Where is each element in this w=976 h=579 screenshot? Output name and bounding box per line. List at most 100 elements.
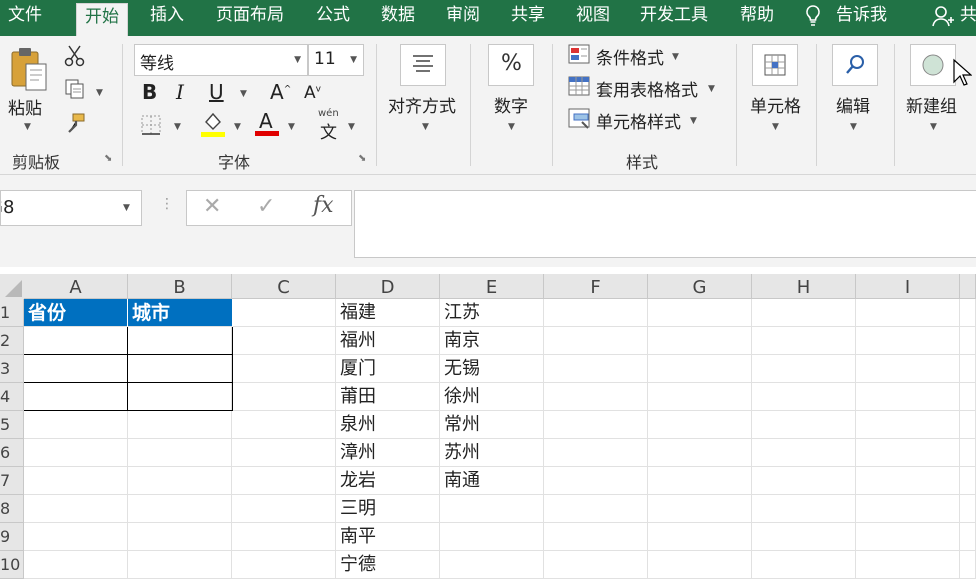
row-header[interactable]: 3: [0, 355, 24, 383]
grid-cell[interactable]: [648, 383, 752, 411]
grid-cell[interactable]: [544, 439, 648, 467]
tab-page-layout[interactable]: 页面布局: [216, 0, 284, 36]
grid-cell[interactable]: [960, 495, 976, 523]
cancel-icon[interactable]: ✕: [203, 194, 221, 219]
paste-icon[interactable]: [8, 46, 48, 96]
format-as-table-label[interactable]: 套用表格格式: [596, 76, 698, 101]
tab-formulas[interactable]: 公式: [316, 0, 350, 36]
grid-cell[interactable]: [232, 383, 336, 411]
grid-cell[interactable]: [544, 523, 648, 551]
borders-icon[interactable]: [140, 114, 162, 140]
tab-review[interactable]: 审阅: [446, 0, 480, 36]
cell-e1[interactable]: 江苏: [440, 299, 544, 327]
grid-cell[interactable]: [232, 551, 336, 579]
grid-cell[interactable]: [856, 551, 960, 579]
grid-cell[interactable]: [960, 383, 976, 411]
cell-a4[interactable]: [24, 383, 128, 411]
paste-dropdown-chevron-icon[interactable]: ▼: [24, 122, 31, 132]
row-header[interactable]: 6: [0, 439, 24, 467]
row-header[interactable]: 5: [0, 411, 24, 439]
clipboard-launcher-icon[interactable]: ⬊: [104, 153, 112, 164]
grid-cell[interactable]: [128, 495, 232, 523]
chevron-down-icon[interactable]: ▼: [422, 122, 429, 132]
cell-e2[interactable]: 南京: [440, 327, 544, 355]
grid-cell[interactable]: [856, 467, 960, 495]
insert-function-icon[interactable]: fx: [313, 193, 334, 218]
row-header[interactable]: 1: [0, 299, 24, 327]
cell-d1[interactable]: 福建: [336, 299, 440, 327]
grid-cell[interactable]: [232, 299, 336, 327]
grid-cell[interactable]: [24, 551, 128, 579]
number-label[interactable]: 数字: [494, 92, 528, 117]
fill-color-dropdown-chevron-icon[interactable]: ▼: [234, 122, 241, 132]
grid-cell[interactable]: [752, 523, 856, 551]
copy-icon[interactable]: [64, 78, 86, 104]
grid-cell[interactable]: [752, 495, 856, 523]
resize-handle-icon[interactable]: ⋮: [160, 196, 174, 212]
tab-view[interactable]: 视图: [576, 0, 610, 36]
grid-cell[interactable]: [544, 327, 648, 355]
alignment-label[interactable]: 对齐方式: [388, 92, 456, 117]
cell-e7[interactable]: 南通: [440, 467, 544, 495]
new-group-button[interactable]: [910, 44, 956, 86]
cell-e4[interactable]: 徐州: [440, 383, 544, 411]
column-header-c[interactable]: C: [232, 274, 336, 299]
grid-cell[interactable]: [752, 411, 856, 439]
grid-cell[interactable]: [648, 551, 752, 579]
grid-cell[interactable]: [752, 383, 856, 411]
cell-d6[interactable]: 漳州: [336, 439, 440, 467]
cell-d5[interactable]: 泉州: [336, 411, 440, 439]
grid-cell[interactable]: [648, 523, 752, 551]
cell-d2[interactable]: 福州: [336, 327, 440, 355]
grid-cell[interactable]: [544, 495, 648, 523]
grid-cell[interactable]: [960, 551, 976, 579]
conditional-formatting-label[interactable]: 条件格式: [596, 44, 664, 69]
grid-cell[interactable]: [856, 411, 960, 439]
share-button[interactable]: 共: [960, 0, 976, 36]
format-as-table-icon[interactable]: [568, 76, 592, 102]
font-color-dropdown-chevron-icon[interactable]: ▼: [288, 122, 295, 132]
select-all-corner[interactable]: [0, 274, 25, 300]
tab-data[interactable]: 数据: [381, 0, 415, 36]
grid-cell[interactable]: [648, 327, 752, 355]
cell-d10[interactable]: 宁德: [336, 551, 440, 579]
cells-label[interactable]: 单元格: [750, 92, 801, 117]
tab-help[interactable]: 帮助: [740, 0, 774, 36]
grid-cell[interactable]: [232, 439, 336, 467]
column-header-a[interactable]: A: [24, 274, 128, 299]
enter-check-icon[interactable]: ✓: [257, 194, 275, 219]
column-header-i[interactable]: I: [856, 274, 960, 299]
cell-d4[interactable]: 莆田: [336, 383, 440, 411]
fill-color-icon[interactable]: [200, 110, 226, 142]
cell-d7[interactable]: 龙岩: [336, 467, 440, 495]
cell-e5[interactable]: 常州: [440, 411, 544, 439]
column-header-f[interactable]: F: [544, 274, 648, 299]
cell-a1[interactable]: 省份: [24, 299, 128, 327]
chevron-down-icon[interactable]: ▼: [772, 122, 779, 132]
grid-cell[interactable]: [648, 439, 752, 467]
column-header-j-partial[interactable]: [960, 274, 976, 299]
grid-cell[interactable]: [232, 467, 336, 495]
grid-cell[interactable]: [752, 327, 856, 355]
grid-cell[interactable]: [128, 411, 232, 439]
grid-cell[interactable]: [128, 523, 232, 551]
grid-cell[interactable]: [648, 411, 752, 439]
grid-cell[interactable]: [752, 551, 856, 579]
paste-label[interactable]: 粘贴: [8, 94, 42, 119]
format-painter-icon[interactable]: [64, 112, 86, 138]
font-name-select[interactable]: 等线 ▼: [134, 44, 308, 76]
cells-button[interactable]: [752, 44, 798, 86]
column-header-d[interactable]: D: [336, 274, 440, 299]
grid-cell[interactable]: [440, 523, 544, 551]
cell-b1[interactable]: 城市: [128, 299, 233, 327]
column-header-g[interactable]: G: [648, 274, 752, 299]
grid-cell[interactable]: [232, 411, 336, 439]
editing-button[interactable]: [832, 44, 878, 86]
grid-cell[interactable]: [752, 467, 856, 495]
grid-cell[interactable]: [960, 439, 976, 467]
grid-cell[interactable]: [128, 467, 232, 495]
grid-cell[interactable]: [128, 439, 232, 467]
grid-cell[interactable]: [24, 467, 128, 495]
grid-cell[interactable]: [440, 495, 544, 523]
grid-cell[interactable]: [440, 551, 544, 579]
